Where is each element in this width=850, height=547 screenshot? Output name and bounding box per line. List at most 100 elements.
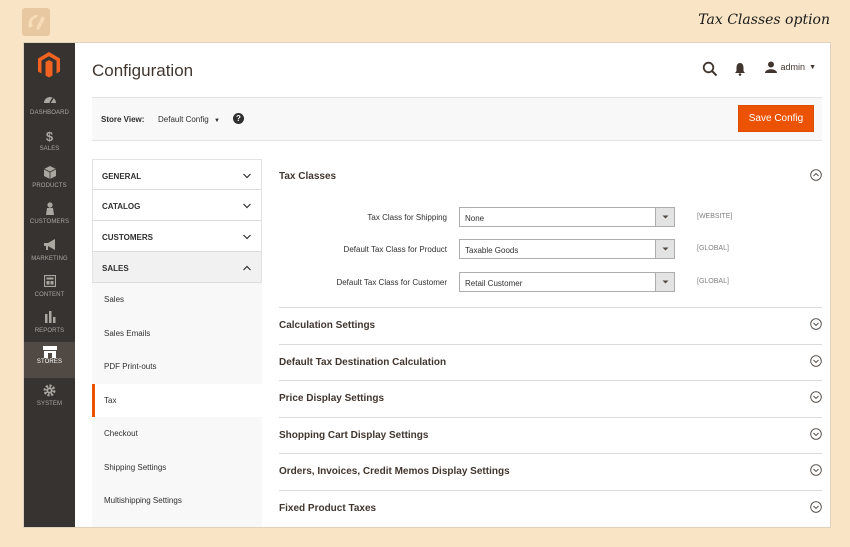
field-row-customer: Default Tax Class for Customer Retail Cu… <box>279 272 822 292</box>
user-name: admin <box>780 62 806 72</box>
person-icon <box>24 202 75 218</box>
chevron-down-icon: ▼ <box>213 118 220 124</box>
admin-sidebar: DASHBOARD $ SALES PRODUCTS CUSTOMERS MARK… <box>24 43 75 527</box>
save-config-button[interactable]: Save Config <box>738 105 814 132</box>
nav-system-label: SYSTEM <box>36 401 63 407</box>
search-icon[interactable] <box>702 61 718 77</box>
store-view-switcher[interactable]: Default Config ▼ <box>158 115 220 124</box>
scope-label: [GLOBAL] <box>697 278 729 285</box>
dollar-icon: $ <box>45 129 54 144</box>
scope-label: [WEBSITE] <box>697 213 733 220</box>
nav-products[interactable]: PRODUCTS <box>24 166 75 202</box>
store-view-bar: Store View: Default Config ▼ ? Save Conf… <box>92 97 822 141</box>
nav-sales-label: SALES <box>39 146 60 152</box>
section-price-display-settings[interactable]: Price Display Settings <box>279 381 822 418</box>
megaphone-icon <box>24 239 75 255</box>
user-icon <box>764 61 777 73</box>
tab-sales-label: SALES <box>102 264 129 273</box>
chevron-down-icon <box>243 234 251 240</box>
tax-class-customer-select[interactable]: Retail Customer <box>459 272 675 292</box>
magento-logo-icon[interactable] <box>37 51 61 79</box>
nav-marketing-label: MARKETING <box>31 256 68 262</box>
config-content: Tax Classes Tax Class for Shipping None … <box>279 159 822 527</box>
caption-text: Tax Classes option <box>698 12 830 28</box>
speedometer-icon <box>24 93 75 109</box>
field-row-shipping: Tax Class for Shipping None [WEBSITE] <box>279 207 822 227</box>
tab-sales[interactable]: SALES <box>92 252 262 283</box>
tab-item-tax[interactable]: Tax <box>92 383 262 417</box>
nav-reports-label: REPORTS <box>34 328 65 334</box>
section-calculation-settings[interactable]: Calculation Settings <box>279 308 822 345</box>
config-tabs: GENERAL CATALOG CUSTOMERS SALES Sales Sa… <box>92 159 262 527</box>
chevron-down-icon <box>243 203 251 209</box>
tab-item-sales-emails[interactable]: Sales Emails <box>92 317 262 351</box>
field-label: Default Tax Class for Customer <box>336 278 447 287</box>
select-arrow-icon <box>655 240 674 258</box>
section-fixed-product-taxes[interactable]: Fixed Product Taxes <box>279 491 822 528</box>
select-value: None <box>465 214 485 223</box>
tab-item-multishipping-settings[interactable]: Multishipping Settings <box>92 484 262 518</box>
expand-icon <box>810 500 822 513</box>
section-title: Orders, Invoices, Credit Memos Display S… <box>279 466 510 477</box>
tab-general[interactable]: GENERAL <box>92 159 262 190</box>
nav-stores-label: STORES <box>36 359 63 365</box>
tab-catalog[interactable]: CATALOG <box>92 190 262 221</box>
admin-window: DASHBOARD $ SALES PRODUCTS CUSTOMERS MARK… <box>23 42 831 528</box>
select-arrow-icon <box>655 273 674 291</box>
chevron-down-icon: ▼ <box>809 63 816 71</box>
nav-dashboard-label: DASHBOARD <box>30 110 69 116</box>
section-default-tax-destination[interactable]: Default Tax Destination Calculation <box>279 345 822 381</box>
section-title: Fixed Product Taxes <box>279 502 377 514</box>
tax-class-shipping-select[interactable]: None <box>459 207 675 227</box>
store-view-label: Store View: <box>101 115 145 124</box>
nav-products-label: PRODUCTS <box>32 183 67 189</box>
section-title: Price Display Settings <box>279 393 385 404</box>
collapse-icon <box>810 169 822 181</box>
expand-icon <box>810 318 822 330</box>
bar-chart-icon <box>24 311 75 327</box>
tab-item-sales[interactable]: Sales <box>92 283 262 317</box>
chevron-up-icon <box>243 265 251 271</box>
section-orders-invoices-display[interactable]: Orders, Invoices, Credit Memos Display S… <box>279 454 822 491</box>
field-label: Default Tax Class for Product <box>343 245 447 254</box>
store-view-value: Default Config <box>158 115 209 124</box>
nav-marketing[interactable]: MARKETING <box>24 239 75 275</box>
field-label: Tax Class for Shipping <box>367 213 447 222</box>
nav-content[interactable]: CONTENT <box>24 274 75 311</box>
nav-content-label: CONTENT <box>34 292 65 298</box>
section-title: Default Tax Destination Calculation <box>279 356 447 368</box>
nav-sales[interactable]: $ SALES <box>24 129 75 165</box>
user-menu[interactable]: admin ▼ <box>764 61 816 73</box>
section-shopping-cart-display[interactable]: Shopping Cart Display Settings <box>279 418 822 454</box>
cube-icon <box>24 166 75 182</box>
expand-icon <box>810 354 822 367</box>
nav-system[interactable]: SYSTEM <box>24 384 75 420</box>
section-tax-classes[interactable]: Tax Classes <box>279 159 822 193</box>
layout-icon <box>24 274 75 291</box>
nav-dashboard[interactable]: DASHBOARD <box>24 93 75 129</box>
help-icon[interactable]: ? <box>233 113 244 124</box>
tax-class-product-select[interactable]: Taxable Goods <box>459 239 675 259</box>
section-tax-classes-title: Tax Classes <box>279 171 337 182</box>
bell-icon[interactable] <box>733 62 747 76</box>
expand-icon <box>810 391 822 403</box>
chevron-down-icon <box>243 173 251 179</box>
select-value: Retail Customer <box>465 279 523 288</box>
nav-customers[interactable]: CUSTOMERS <box>24 202 75 238</box>
tax-classes-fields: Tax Class for Shipping None [WEBSITE] De… <box>279 193 822 308</box>
select-value: Taxable Goods <box>465 246 519 255</box>
tab-item-pdf-printouts[interactable]: PDF Print-outs <box>92 350 262 384</box>
section-title: Shopping Cart Display Settings <box>279 429 429 441</box>
tab-customers[interactable]: CUSTOMERS <box>92 221 262 252</box>
tab-item-shipping-settings[interactable]: Shipping Settings <box>92 451 262 485</box>
section-title: Calculation Settings <box>279 320 376 331</box>
nav-stores[interactable]: STORES <box>24 342 75 378</box>
select-arrow-icon <box>655 208 674 226</box>
tab-item-checkout[interactable]: Checkout <box>92 417 262 451</box>
gear-icon <box>24 384 75 400</box>
tab-catalog-label: CATALOG <box>102 202 141 211</box>
expand-icon <box>810 427 822 440</box>
nav-customers-label: CUSTOMERS <box>29 219 70 225</box>
expand-icon <box>810 464 822 476</box>
main-area: Configuration admin ▼ Store View: Defaul… <box>75 43 830 527</box>
